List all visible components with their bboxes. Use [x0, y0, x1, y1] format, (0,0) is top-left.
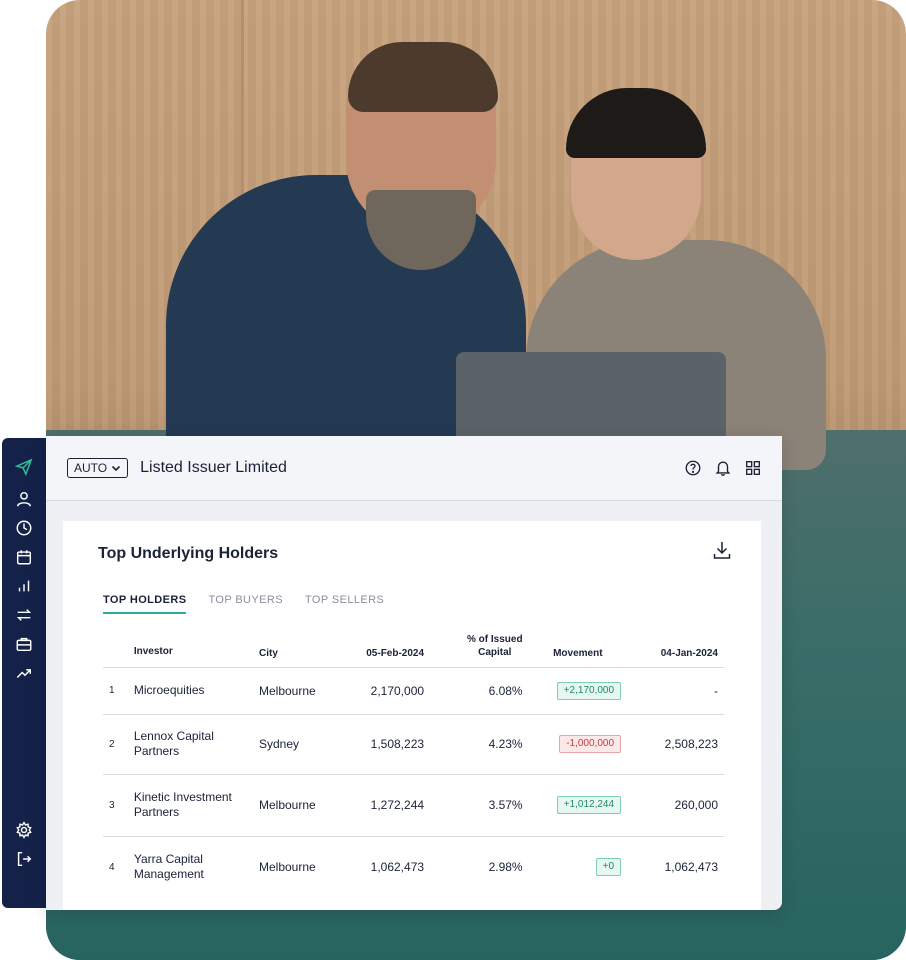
row-pct: 2.98% [488, 860, 523, 875]
col-pct-label: % of Issued Capital [467, 633, 523, 659]
row-movement: +2,170,000 [528, 667, 628, 715]
user-icon[interactable] [13, 488, 35, 510]
row-rank: 4 [109, 861, 115, 873]
row-investor-line1: Lennox Capital [133, 729, 214, 743]
apps-grid-icon[interactable] [744, 459, 762, 477]
tab-top-sellers[interactable]: TOP SELLERS [305, 594, 384, 614]
help-icon[interactable] [684, 459, 702, 477]
download-icon[interactable] [711, 539, 733, 561]
movement-badge: +2,170,000 [556, 681, 622, 700]
row-investor-line2: Partners [133, 805, 180, 819]
col-city[interactable]: City [252, 629, 342, 668]
col-previous-date[interactable]: 04-Jan-2024 [627, 629, 724, 668]
row-investor: Lennox Capital Partners [127, 714, 253, 775]
row-investor: Yarra Capital Management [128, 836, 253, 898]
man-hair [348, 42, 498, 112]
col-pct-issued[interactable]: % of Issued Capital [430, 629, 529, 668]
movement-badge: +0 [595, 858, 622, 877]
row-rank: 2 [103, 714, 128, 775]
row-pct: 4.23% [430, 714, 529, 775]
row-current: 1,508,223 [341, 714, 431, 775]
col-rank [103, 629, 128, 668]
row-investor: Kinetic Investment Partners [127, 774, 253, 837]
logo-icon[interactable] [13, 456, 35, 478]
table-row[interactable]: 3 Kinetic Investment Partners Melbourne 1… [103, 774, 724, 837]
row-movement: +1,012,244 [528, 774, 628, 837]
bell-icon[interactable] [714, 459, 732, 477]
row-city: Melbourne [258, 860, 316, 875]
sidebar [2, 438, 46, 908]
row-investor: Microequities [127, 667, 253, 715]
auto-dropdown[interactable]: AUTO [67, 458, 129, 478]
movement-badge: +1,012,244 [556, 796, 622, 814]
clock-icon[interactable] [13, 517, 35, 539]
row-investor-line2: Partners [133, 744, 180, 758]
row-previous: 1,062,473 [664, 860, 718, 875]
calendar-icon[interactable] [13, 546, 35, 568]
trend-icon[interactable] [13, 662, 35, 684]
row-investor-line2: Management [133, 867, 204, 882]
col-investor[interactable]: Investor [127, 629, 253, 668]
row-investor-line1: Kinetic Investment [133, 790, 232, 804]
table-row[interactable]: 1 Microequities Melbourne 2,170,000 6.08… [103, 667, 724, 715]
movement-badge: -1,000,000 [559, 735, 622, 753]
top-bar: AUTO Listed Issuer Limited [46, 436, 782, 501]
col-pct-line2: Capital [478, 646, 512, 658]
row-pct: 6.08% [430, 667, 529, 715]
row-current: 1,272,244 [341, 774, 431, 837]
col-movement[interactable]: Movement [528, 629, 628, 668]
row-previous: - [627, 667, 724, 715]
row-previous: 260,000 [627, 774, 724, 837]
briefcase-icon[interactable] [13, 633, 35, 655]
row-movement: -1,000,000 [528, 714, 628, 775]
table-row[interactable]: 2 Lennox Capital Partners Sydney 1,508,22… [103, 714, 724, 775]
bar-chart-icon[interactable] [13, 575, 35, 597]
row-current: 1,062,473 [370, 860, 425, 875]
col-current-date[interactable]: 05-Feb-2024 [341, 629, 431, 668]
row-movement: +0 [529, 836, 627, 898]
row-city: Melbourne [252, 774, 342, 837]
row-city: Sydney [252, 714, 342, 775]
row-city: Melbourne [252, 667, 342, 715]
holders-card: Top Underlying Holders TOP HOLDERS TOP B… [63, 521, 761, 910]
row-investor-line1: Yarra Capital [133, 852, 203, 867]
table-row[interactable]: 4 Yarra Capital Management Melbourne 1,06… [103, 836, 724, 898]
tab-top-holders[interactable]: TOP HOLDERS [103, 594, 187, 614]
auto-dropdown-label: AUTO [74, 461, 108, 475]
laptop [456, 352, 726, 442]
transfer-icon[interactable] [13, 604, 35, 626]
logout-icon[interactable] [13, 848, 35, 870]
row-rank: 3 [103, 774, 128, 837]
row-pct: 3.57% [430, 774, 529, 837]
issuer-name: Listed Issuer Limited [140, 459, 287, 476]
app-window: AUTO Listed Issuer Limited Top Underlyin… [46, 436, 782, 910]
table-header-row: Investor City 05-Feb-2024 % of Issued Ca… [103, 629, 724, 668]
card-title: Top Underlying Holders [98, 545, 279, 562]
holders-table: Investor City 05-Feb-2024 % of Issued Ca… [103, 629, 724, 898]
top-icons [684, 459, 762, 477]
holder-tabs: TOP HOLDERS TOP BUYERS TOP SELLERS [103, 594, 384, 614]
col-pct-line1: % of Issued [467, 633, 523, 645]
row-rank: 1 [103, 667, 128, 715]
row-previous: 2,508,223 [627, 714, 724, 775]
chevron-down-icon [112, 465, 121, 472]
gear-icon[interactable] [13, 819, 35, 841]
tab-top-buyers[interactable]: TOP BUYERS [208, 594, 283, 614]
row-current: 2,170,000 [341, 667, 431, 715]
